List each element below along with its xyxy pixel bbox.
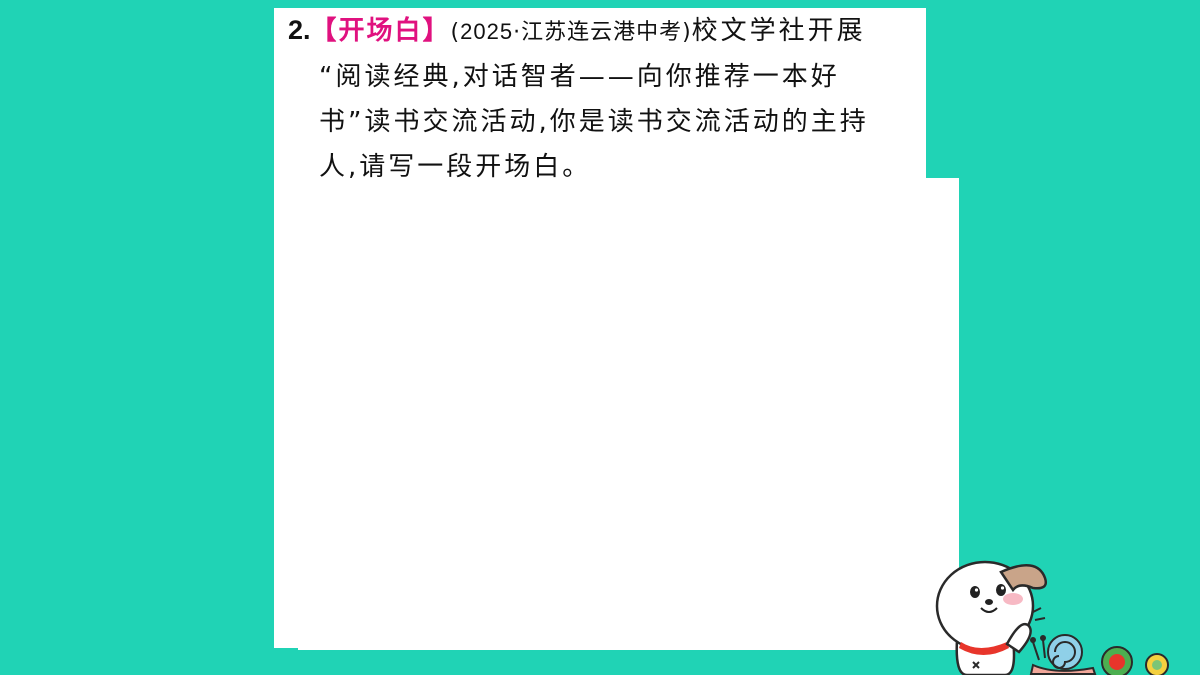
question-source: (2025·江苏连云港中考) [450,19,692,45]
mascot-decoration [935,560,1169,675]
question-text-line-3: 书”读书交流活动,你是读书交流活动的主持 [319,107,869,137]
question-text-line-1: 校文学社开展 [691,16,866,46]
question-2: 2.【开场白】(2025·江苏连云港中考)校文学社开展 “阅读经典,对话智者——… [288,8,916,190]
question-tag: 【开场白】 [310,16,451,46]
answer-paper-lower [298,178,959,650]
question-line-1: 2.【开场白】(2025·江苏连云港中考)校文学社开展 [288,8,916,55]
source-exam: ·江苏连云港中考) [513,20,692,45]
snail-icon [1029,634,1097,675]
round-candy-icon [1101,646,1169,675]
puppy-icon [935,560,1047,675]
question-text-line-2: “阅读经典,对话智者——向你推荐一本好 [319,62,840,92]
source-open-paren: ( [450,20,461,45]
source-year: 2025 [460,19,514,44]
question-text-line-4: 人,请写一段开场白。 [319,152,592,182]
question-number: 2. [288,15,311,45]
